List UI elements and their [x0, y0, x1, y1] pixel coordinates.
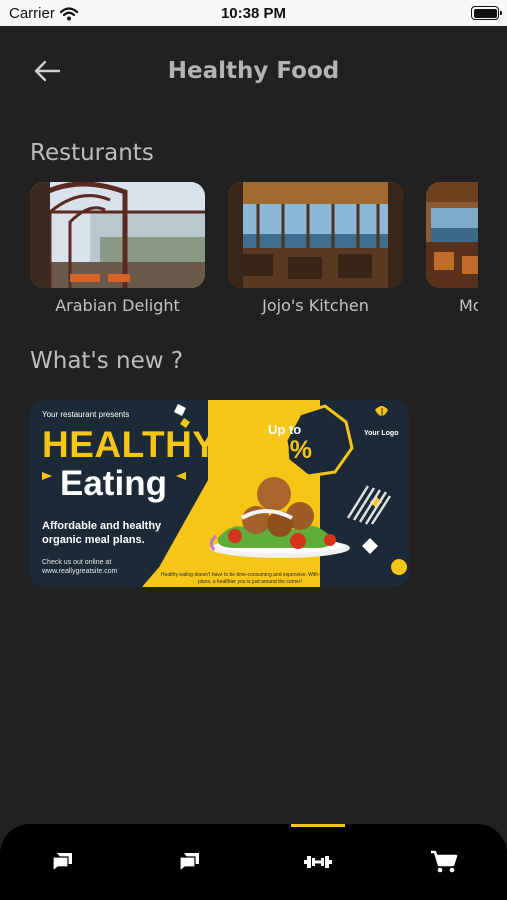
bottom-tab-bar: [0, 824, 507, 900]
status-bar: Carrier 10:38 PM: [0, 0, 507, 26]
banner-presents-text: Your restaurant presents: [42, 410, 130, 419]
restaurant-name: Arabian Delight: [55, 296, 180, 315]
banner-headline-healthy: HEALTHY: [42, 424, 218, 465]
restaurant-photo: [30, 182, 205, 288]
battery-icon: [471, 6, 502, 20]
clock: 10:38 PM: [220, 5, 287, 22]
tab-chat-1[interactable]: [33, 824, 93, 900]
app-header: Healthy Food: [0, 26, 507, 116]
promo-banner[interactable]: Your restaurant presents HEALTHY Eating …: [30, 400, 409, 587]
tab-cart[interactable]: [414, 824, 474, 900]
restaurants-carousel[interactable]: Arabian Delight Jojo's Kitchen Mo: [30, 182, 478, 322]
restaurant-photo: [228, 182, 403, 288]
banner-logo-text: Your Logo: [364, 430, 399, 437]
restaurant-name: Jojo's Kitchen: [262, 296, 369, 315]
whats-new-section-title: What's new ?: [30, 348, 184, 374]
restaurant-card[interactable]: Arabian Delight: [30, 182, 205, 315]
restaurant-card[interactable]: Jojo's Kitchen: [228, 182, 403, 315]
tab-chat-2[interactable]: [160, 824, 220, 900]
cart-icon: [431, 850, 458, 873]
chat-bubble-icon: [52, 853, 72, 872]
restaurant-card[interactable]: Mo: [426, 182, 478, 315]
restaurant-name: Mo: [459, 296, 478, 315]
banner-website-text: Check us out online at www.reallygreatsi…: [42, 559, 118, 575]
dumbbell-icon: [304, 856, 332, 868]
tab-fitness[interactable]: [288, 824, 348, 900]
page-title: Healthy Food: [167, 58, 340, 84]
banner-fine-print: Healthy eating doesn't have to be time-c…: [161, 572, 339, 585]
banner-headline-eating: Eating: [60, 464, 167, 503]
chat-bubble-icon: [179, 853, 199, 872]
restaurants-section-title: Resturants: [30, 140, 154, 166]
discount-badge-value: 50%: [262, 436, 313, 464]
banner-tagline: Affordable and healthy organic meal plan…: [42, 520, 162, 546]
restaurant-photo: [426, 182, 478, 288]
discount-badge-label: Up to: [268, 422, 302, 437]
